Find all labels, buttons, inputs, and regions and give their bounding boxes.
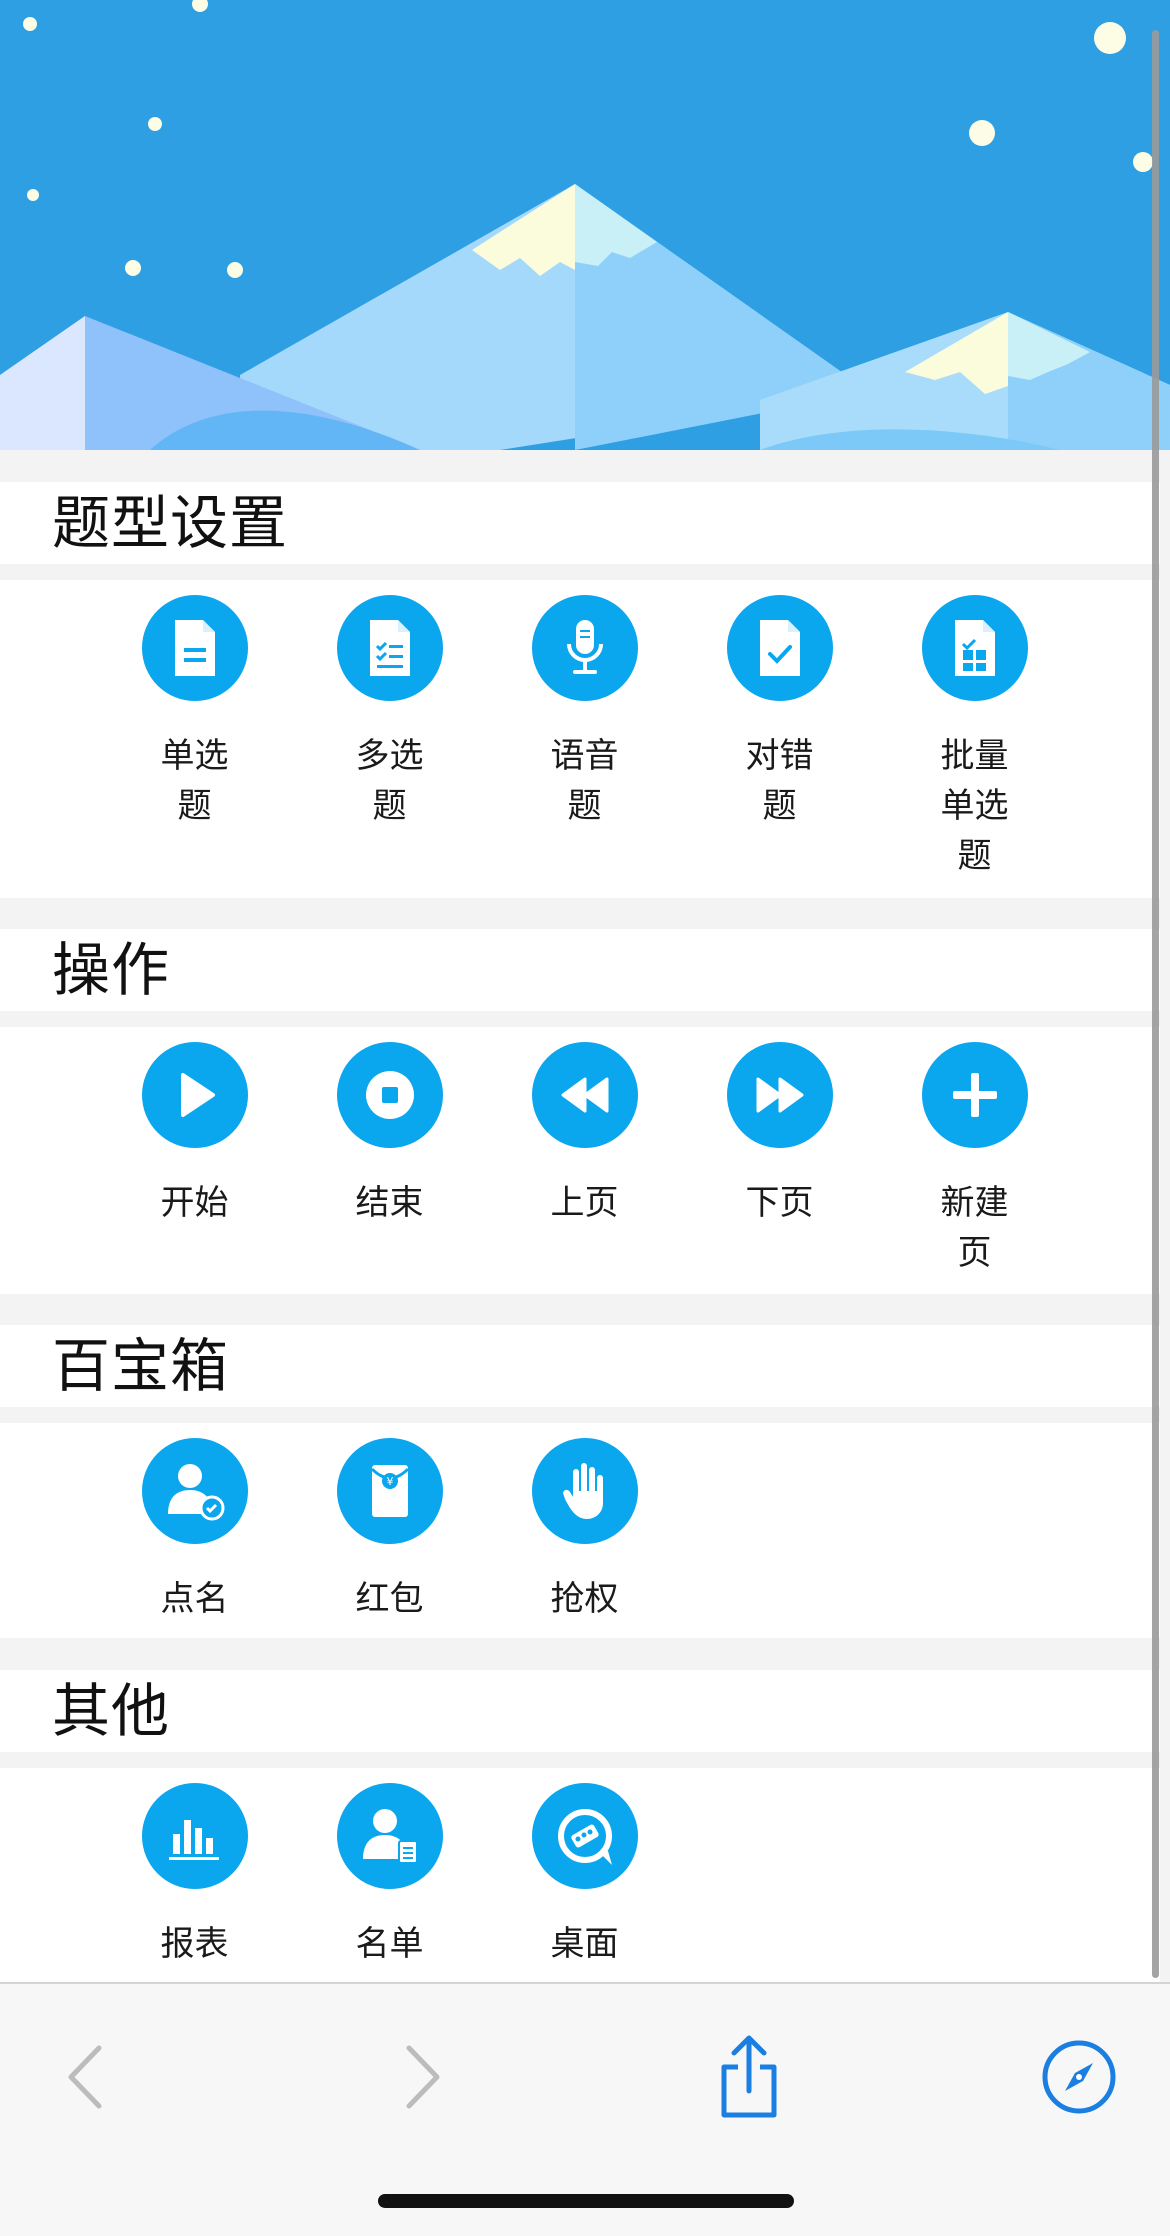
section-title: 题型设置 — [52, 489, 289, 557]
end-button[interactable]: 结束 — [292, 1042, 487, 1228]
item-label: 批量单选题 — [940, 736, 1009, 876]
roll-call-button[interactable]: 点名 — [97, 1438, 292, 1624]
start-button[interactable]: 开始 — [97, 1042, 292, 1228]
stop-icon — [336, 1042, 443, 1148]
multiple-choice-button[interactable]: 多选题 — [292, 595, 487, 831]
true-false-button[interactable]: 对错题 — [682, 595, 877, 831]
next-page-button[interactable]: 下页 — [682, 1042, 877, 1228]
fast-forward-icon — [726, 1042, 833, 1148]
single-choice-button[interactable]: 单选题 — [97, 595, 292, 831]
item-label: 上页 — [550, 1183, 619, 1223]
forward-button[interactable] — [378, 2034, 468, 2124]
single-choice-icon — [141, 595, 248, 701]
microphone-icon — [531, 595, 638, 701]
item-label: 新建页 — [940, 1183, 1009, 1273]
play-icon — [141, 1042, 248, 1148]
rewind-icon — [531, 1042, 638, 1148]
roster-icon — [336, 1783, 443, 1889]
grab-right-button[interactable]: 抢权 — [487, 1438, 682, 1624]
section-title-operations: 操作 — [0, 929, 1160, 1011]
item-label: 结束 — [355, 1183, 424, 1223]
section-title-others: 其他 — [0, 1670, 1160, 1752]
item-label: 报表 — [160, 1924, 229, 1964]
red-packet-button[interactable]: ¥ 红包 — [292, 1438, 487, 1624]
desktop-icon — [531, 1783, 638, 1889]
toolbox-panel: 点名 ¥ 红包 抢权 — [0, 1423, 1160, 1638]
desktop-button[interactable]: 桌面 — [487, 1783, 682, 1969]
item-label: 抢权 — [550, 1579, 619, 1619]
question-types-panel: 单选题 多选题 语音题 对错题 批量单选题 — [0, 580, 1160, 898]
raise-hand-icon — [531, 1438, 638, 1544]
item-label: 红包 — [355, 1579, 424, 1619]
roll-call-icon — [141, 1438, 248, 1544]
svg-text:¥: ¥ — [386, 1475, 393, 1488]
section-title-toolbox: 百宝箱 — [0, 1325, 1160, 1407]
section-title-question-types: 题型设置 — [0, 482, 1160, 564]
share-icon — [714, 2035, 784, 2123]
item-label: 语音题 — [550, 736, 619, 826]
item-label: 下页 — [745, 1183, 814, 1223]
safari-button[interactable] — [1034, 2034, 1124, 2124]
item-label: 桌面 — [550, 1924, 619, 1964]
batch-single-choice-button[interactable]: 批量单选题 — [877, 595, 1072, 881]
section-title: 其他 — [52, 1677, 171, 1745]
item-label: 单选题 — [160, 736, 229, 826]
others-panel: 报表 名单 桌面 — [0, 1768, 1160, 1982]
voice-question-button[interactable]: 语音题 — [487, 595, 682, 831]
back-button[interactable] — [40, 2034, 130, 2124]
item-label: 名单 — [355, 1924, 424, 1964]
item-label: 对错题 — [745, 736, 814, 826]
red-packet-icon: ¥ — [336, 1438, 443, 1544]
roster-button[interactable]: 名单 — [292, 1783, 487, 1969]
chevron-left-icon — [65, 2044, 105, 2114]
multiple-choice-icon — [336, 595, 443, 701]
batch-single-choice-icon — [921, 595, 1028, 701]
section-title: 操作 — [52, 936, 171, 1004]
item-label: 多选题 — [355, 736, 424, 826]
scrollbar[interactable] — [1152, 30, 1159, 1978]
home-indicator[interactable] — [378, 2194, 794, 2208]
share-button[interactable] — [704, 2034, 794, 2124]
chevron-right-icon — [403, 2044, 443, 2114]
section-title: 百宝箱 — [52, 1332, 230, 1400]
item-label: 点名 — [160, 1579, 229, 1619]
compass-icon — [1041, 2039, 1117, 2119]
previous-page-button[interactable]: 上页 — [487, 1042, 682, 1228]
header-banner — [0, 0, 1170, 450]
bar-chart-icon — [141, 1783, 248, 1889]
operations-panel: 开始 结束 上页 下页 新建页 — [0, 1027, 1160, 1294]
true-false-icon — [726, 595, 833, 701]
new-page-button[interactable]: 新建页 — [877, 1042, 1072, 1278]
report-button[interactable]: 报表 — [97, 1783, 292, 1969]
item-label: 开始 — [160, 1183, 229, 1223]
plus-icon — [921, 1042, 1028, 1148]
